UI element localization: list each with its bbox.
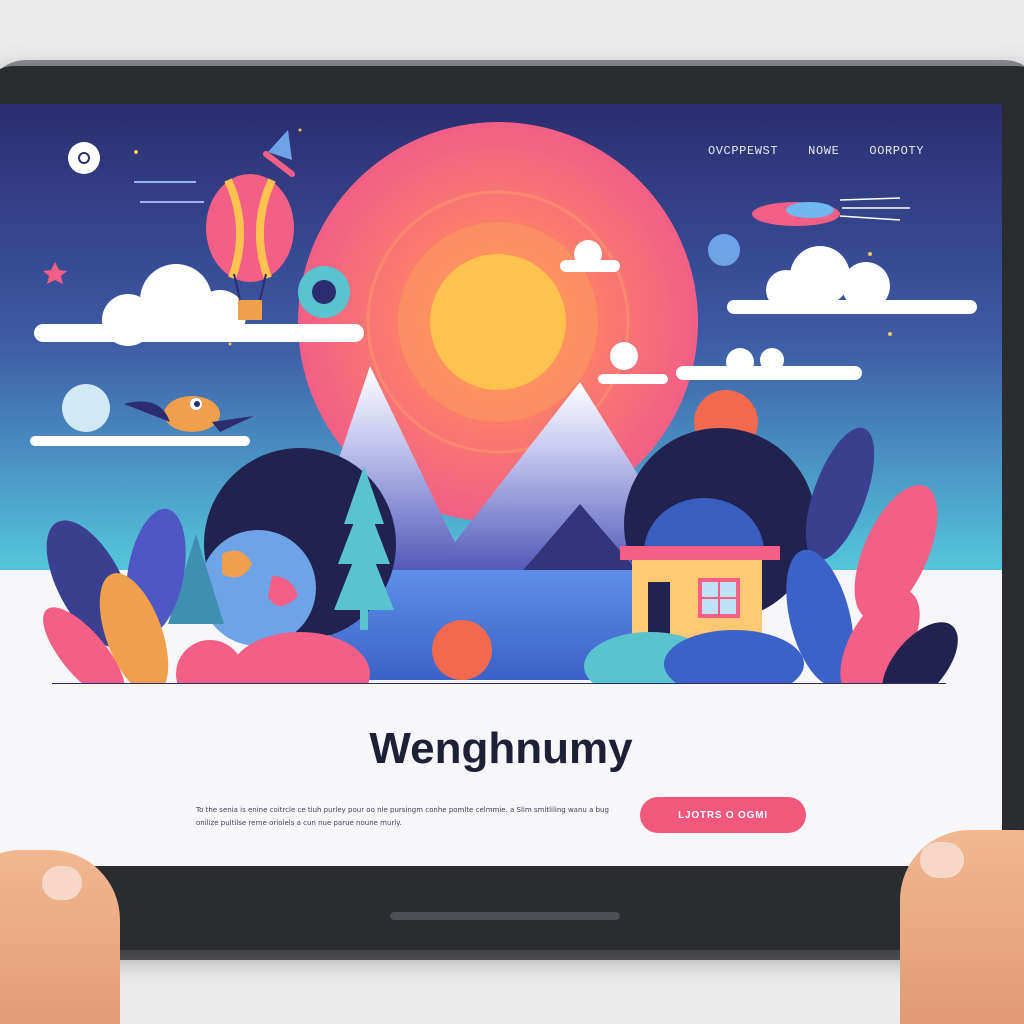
logo-button[interactable]: [68, 142, 100, 174]
tablet-screen: OVCPPEWST NOWE OORPOTY Wenghnumy To the …: [0, 104, 1002, 866]
orb-pale: [62, 384, 110, 432]
top-nav: OVCPPEWST NOWE OORPOTY: [708, 144, 924, 158]
circle-logo-icon: [78, 152, 90, 164]
right-thumbnail: [920, 842, 964, 878]
left-thumbnail: [42, 866, 82, 900]
right-hand: [900, 830, 1024, 1024]
hero-scene-svg: [0, 104, 1002, 684]
tablet-home-bar: [390, 912, 620, 920]
cta-button[interactable]: LJOTRS O OGMI: [640, 797, 806, 833]
planet-blue: [708, 234, 740, 266]
hero-illustration: OVCPPEWST NOWE OORPOTY: [0, 104, 1002, 684]
page-headline: Wenghnumy: [369, 724, 633, 773]
intro-paragraph: To the senia is enine coitrcle ce tiuh p…: [196, 806, 609, 827]
globe: [200, 530, 316, 646]
sun-inner: [430, 254, 566, 390]
left-hand: [0, 850, 120, 1024]
nav-link-1[interactable]: OVCPPEWST: [708, 144, 778, 158]
nav-link-3[interactable]: OORPOTY: [869, 144, 924, 158]
nav-link-2[interactable]: NOWE: [808, 144, 839, 158]
